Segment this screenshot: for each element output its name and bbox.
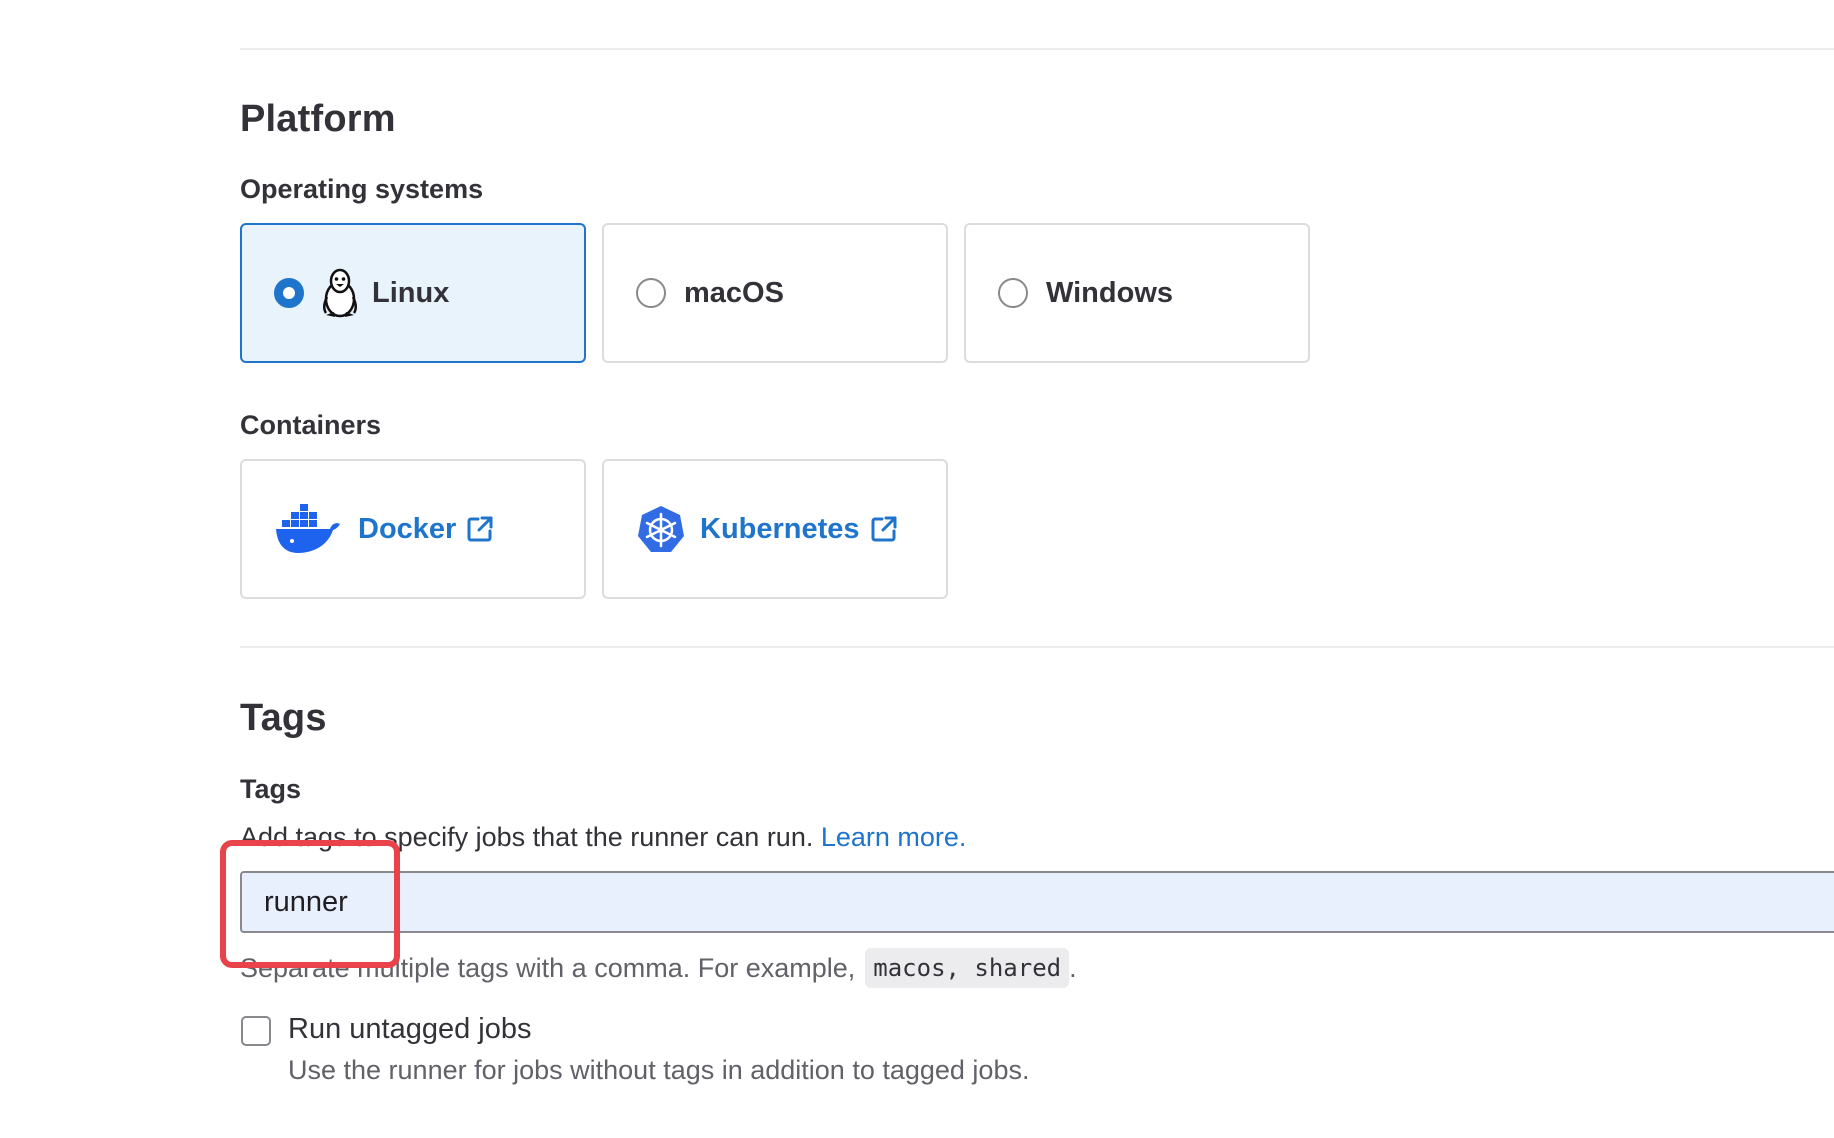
external-link-icon — [466, 515, 494, 543]
tags-input[interactable] — [240, 871, 1834, 933]
run-untagged-checkbox[interactable] — [241, 1016, 271, 1046]
tags-hint-example-code: macos, shared — [865, 948, 1070, 988]
docker-whale-icon — [274, 503, 344, 555]
platform-section-title: Platform — [240, 98, 396, 140]
external-link-icon — [870, 515, 898, 543]
tags-field-label: Tags — [240, 774, 302, 804]
operating-systems-label: Operating systems — [240, 174, 484, 204]
tags-hint-text: Separate multiple tags with a comma. For… — [240, 952, 856, 983]
linux-radio[interactable] — [274, 278, 304, 308]
tags-section-title: Tags — [240, 697, 327, 739]
container-option-docker[interactable]: Docker — [240, 459, 586, 599]
tags-hint-period: . — [1069, 952, 1077, 983]
os-option-macos[interactable]: macOS — [602, 223, 948, 363]
tags-help-description: Add tags to specify jobs that the runner… — [240, 822, 814, 852]
os-option-linux[interactable]: Linux — [240, 223, 586, 363]
macos-label: macOS — [684, 276, 784, 309]
container-option-kubernetes[interactable]: Kubernetes — [602, 459, 948, 599]
kubernetes-link[interactable]: Kubernetes — [700, 513, 860, 546]
kubernetes-helm-icon — [636, 504, 686, 554]
macos-radio[interactable] — [636, 278, 666, 308]
middle-divider — [240, 646, 1834, 648]
linux-label: Linux — [372, 276, 450, 309]
learn-more-link[interactable]: Learn more. — [821, 822, 967, 852]
tux-penguin-icon — [320, 267, 360, 319]
windows-label: Windows — [1046, 276, 1174, 309]
tags-help-text: Add tags to specify jobs that the runner… — [240, 822, 966, 853]
top-divider — [240, 48, 1834, 50]
os-option-windows[interactable]: Windows — [964, 223, 1310, 363]
containers-label: Containers — [240, 410, 382, 440]
run-untagged-help: Use the runner for jobs without tags in … — [288, 1055, 1030, 1085]
run-untagged-label[interactable]: Run untagged jobs — [288, 1013, 531, 1046]
runner-settings-page: Platform Operating systems Linux macOS W… — [0, 0, 1834, 1138]
windows-radio[interactable] — [998, 278, 1028, 308]
tags-hint: Separate multiple tags with a comma. For… — [240, 948, 1077, 988]
docker-link[interactable]: Docker — [358, 513, 456, 546]
